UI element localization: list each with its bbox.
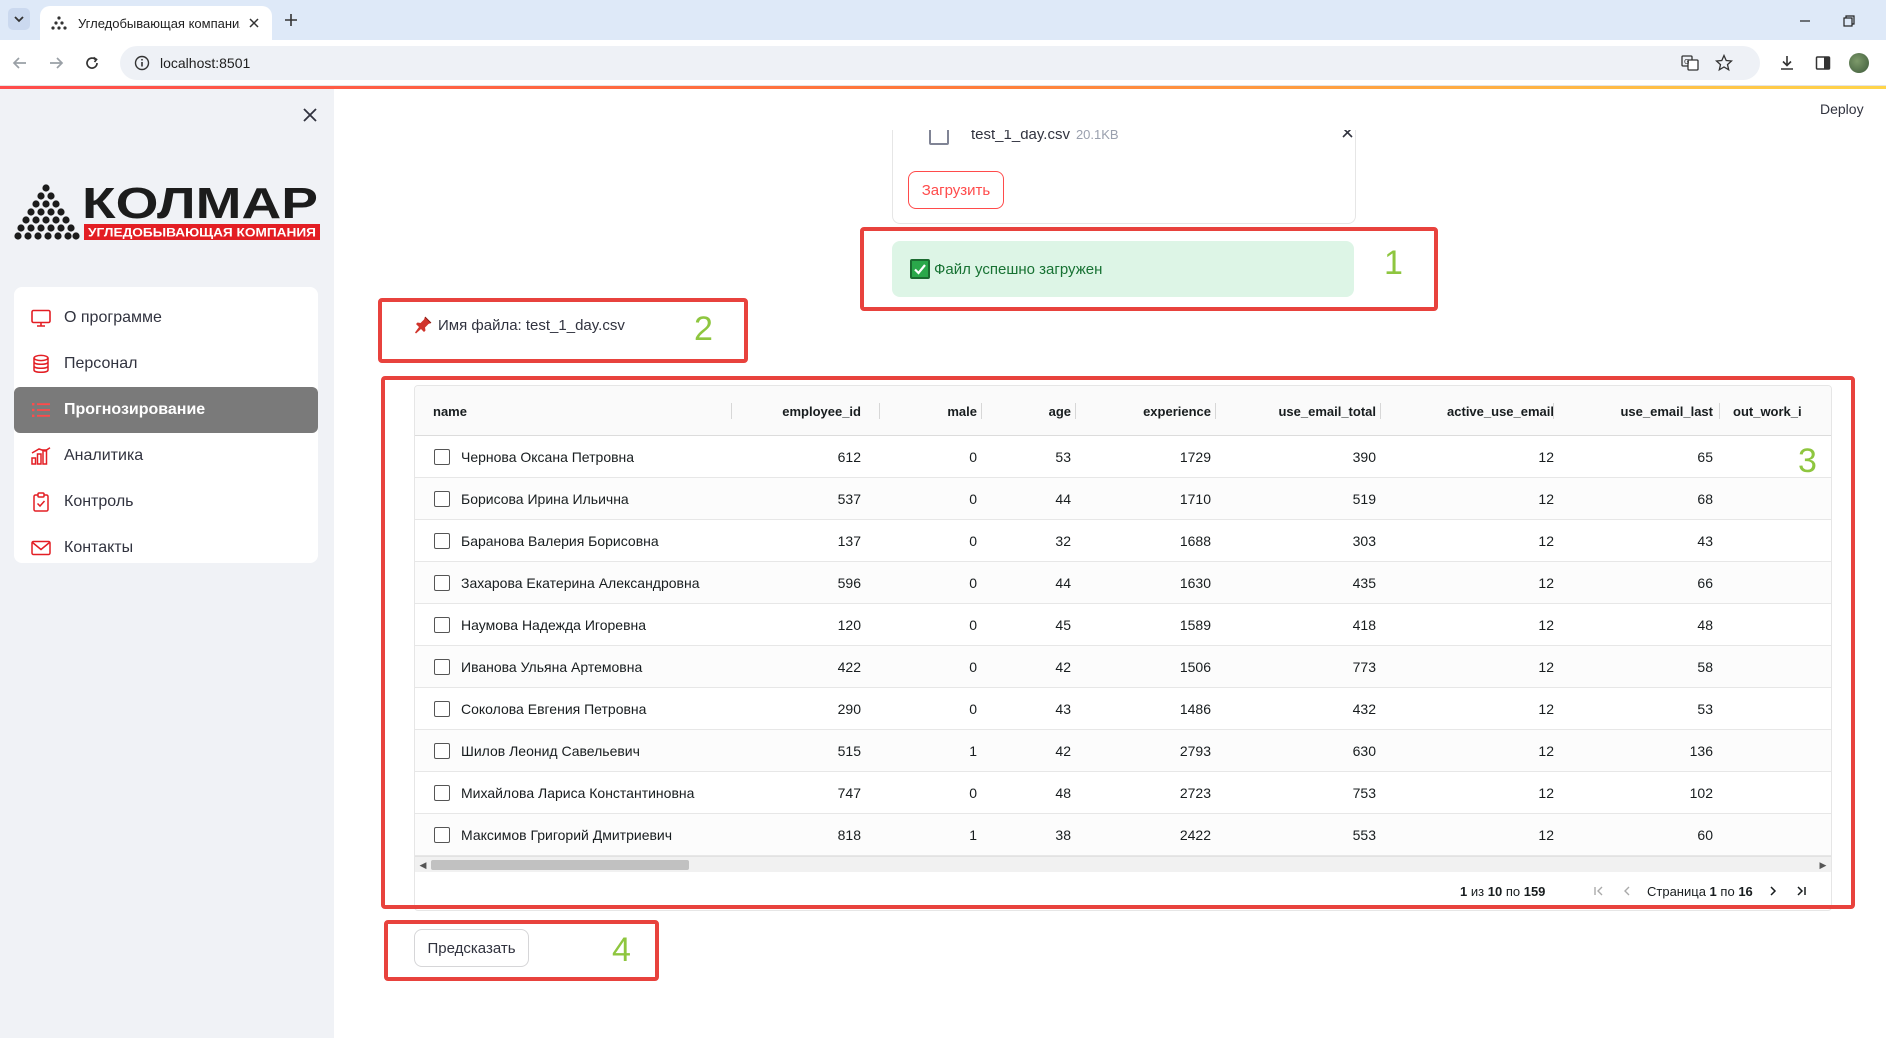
omnibox[interactable]: localhost:8501 G: [120, 46, 1760, 80]
file-uploader: test_1_day.csv 20.1KB Загрузить: [892, 130, 1356, 224]
clipboard-icon: [30, 491, 52, 513]
nav-item-staff[interactable]: Персонал: [14, 341, 318, 387]
tab-title: Угледобывающая компания «: [78, 15, 240, 31]
close-sidebar-icon[interactable]: [298, 103, 322, 127]
svg-text:G: G: [1684, 58, 1689, 66]
annotation-number-2: 2: [694, 310, 713, 348]
annotation-box-1: [860, 227, 1438, 311]
browser-tab-strip: Угледобывающая компания «: [0, 0, 1886, 40]
nav-item-control[interactable]: Контроль: [14, 479, 318, 525]
logo-tagline: УГЛЕДОБЫВАЮЩАЯ КОМПАНИЯ: [88, 226, 316, 240]
upload-button[interactable]: Загрузить: [908, 171, 1004, 209]
profile-avatar[interactable]: [1848, 52, 1870, 74]
envelope-icon: [30, 537, 52, 559]
tab-search-button[interactable]: [8, 8, 30, 30]
chevron-down-icon: [14, 16, 24, 23]
favicon-icon: [51, 16, 67, 30]
new-tab-icon[interactable]: [280, 9, 302, 31]
database-icon: [30, 353, 52, 375]
uploaded-file-row: test_1_day.csv 20.1KB: [929, 130, 1353, 146]
logo-brand-text: КОЛМАР: [82, 184, 318, 228]
annotation-number-1: 1: [1384, 244, 1403, 282]
nav-item-label: Аналитика: [64, 447, 144, 464]
side-panel-icon[interactable]: [1812, 52, 1834, 74]
nav-item-label: О программе: [64, 309, 162, 326]
forward-icon[interactable]: [44, 51, 68, 75]
uploaded-file-size: 20.1KB: [1075, 130, 1119, 142]
annotation-number-4: 4: [612, 931, 631, 969]
monitor-icon: [30, 307, 52, 329]
bar-chart-icon: [30, 445, 52, 467]
remove-file-icon[interactable]: [1339, 130, 1355, 140]
nav-item-forecast[interactable]: Прогнозирование: [14, 387, 318, 433]
nav-item-analytics[interactable]: Аналитика: [14, 433, 318, 479]
browser-tab[interactable]: Угледобывающая компания «: [40, 6, 272, 40]
nav-item-label: Контроль: [64, 493, 134, 510]
reload-icon[interactable]: [80, 51, 104, 75]
url-text: localhost:8501: [160, 55, 251, 71]
translate-icon[interactable]: G: [1680, 53, 1700, 73]
address-bar: localhost:8501 G: [0, 40, 1886, 86]
tab-close-icon[interactable]: [246, 15, 262, 31]
restore-icon[interactable]: [1838, 10, 1860, 32]
back-icon[interactable]: [8, 51, 32, 75]
uploaded-file-name: test_1_day.csv: [971, 130, 1070, 143]
nav-item-label: Контакты: [64, 539, 134, 556]
nav-item-about[interactable]: О программе: [14, 295, 318, 341]
deploy-button[interactable]: Deploy: [1820, 101, 1864, 117]
nav-menu: О программе Персонал Прогнозирование Ана…: [14, 287, 318, 563]
minimize-icon[interactable]: [1794, 10, 1816, 32]
annotation-box-3: [381, 376, 1855, 909]
logo-mark: [14, 184, 80, 240]
sidebar: КОЛМАР УГЛЕДОБЫВАЮЩАЯ КОМПАНИЯ О програм…: [0, 89, 334, 1038]
nav-item-label: Прогнозирование: [64, 401, 206, 418]
company-logo: КОЛМАР УГЛЕДОБЫВАЮЩАЯ КОМПАНИЯ: [14, 179, 320, 244]
annotation-box-2: [378, 298, 748, 363]
nav-item-contacts[interactable]: Контакты: [14, 525, 318, 571]
annotation-number-3: 3: [1798, 442, 1817, 480]
bookmark-star-icon[interactable]: [1714, 53, 1734, 73]
list-icon: [30, 399, 52, 421]
nav-item-label: Персонал: [64, 355, 138, 372]
site-info-icon[interactable]: [134, 55, 150, 71]
file-icon: [929, 130, 949, 145]
download-icon[interactable]: [1776, 52, 1798, 74]
